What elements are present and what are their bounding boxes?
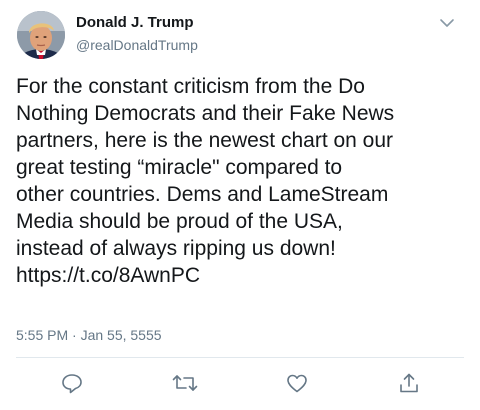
share-icon <box>400 373 418 393</box>
avatar-portrait-icon <box>17 11 65 59</box>
share-button[interactable] <box>394 368 424 398</box>
tweet-text-line: Media should be proud of the USA, <box>16 210 343 233</box>
like-button[interactable] <box>282 368 312 398</box>
heart-icon <box>287 374 307 393</box>
tweet-text-line: other countries. Dems and LameStream <box>16 183 389 206</box>
tweet-card: Donald J. Trump @realDonaldTrump For the… <box>0 0 480 410</box>
chevron-down-icon <box>440 19 454 27</box>
tweet-menu-button[interactable] <box>436 12 458 34</box>
author-name[interactable]: Donald J. Trump <box>76 14 194 31</box>
retweet-button[interactable] <box>170 368 200 398</box>
reply-button[interactable] <box>57 368 87 398</box>
avatar[interactable] <box>17 11 65 59</box>
tweet-timestamp[interactable]: 5:55 PM · Jan 55, 5555 <box>16 327 162 343</box>
author-handle[interactable]: @realDonaldTrump <box>76 37 198 53</box>
tweet-text: For the constant criticism from the Do N… <box>16 73 468 289</box>
tweet-text-line: For the constant criticism from the Do <box>16 75 365 98</box>
tweet-actions <box>0 368 480 398</box>
tweet-text-line: great testing “miracle" compared to <box>16 156 343 179</box>
divider <box>16 357 464 358</box>
tweet-text-line: instead of always ripping us down! <box>16 237 336 260</box>
retweet-icon <box>172 375 198 391</box>
tweet-text-line: partners, here is the newest chart on ou… <box>16 129 394 152</box>
tweet-text-line: Nothing Democrats and their Fake News <box>16 102 395 125</box>
reply-icon <box>62 374 82 394</box>
tweet-link[interactable]: https://t.co/8AwnPC <box>16 262 468 289</box>
